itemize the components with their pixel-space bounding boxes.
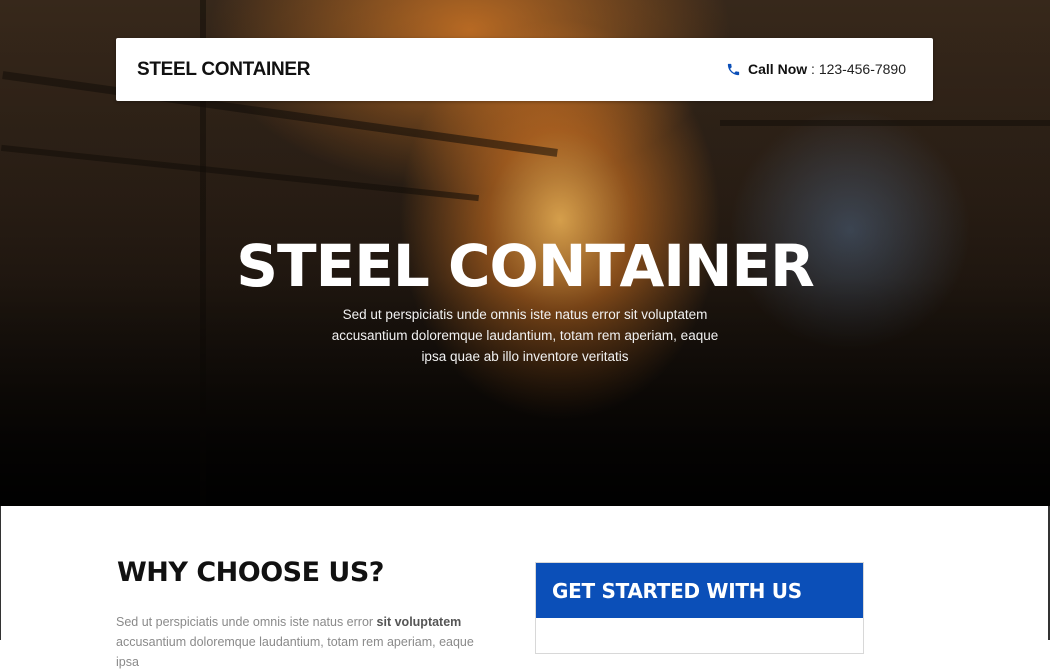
get-started-card: GET STARTED WITH US	[535, 562, 864, 654]
why-choose-us-text: Sed ut perspiciatis unde omnis iste natu…	[116, 612, 496, 672]
phone-icon	[727, 63, 740, 75]
call-now-label: Call Now	[748, 61, 808, 77]
top-navbar: STEEL CONTAINER Call Now : 123-456-7890	[116, 38, 933, 101]
get-started-title: GET STARTED WITH US	[552, 578, 802, 603]
call-separator: :	[807, 61, 819, 77]
why-choose-us-heading: WHY CHOOSE US?	[117, 557, 384, 588]
hero-subtitle: Sed ut perspiciatis unde omnis iste natu…	[331, 307, 719, 364]
page-border-left	[0, 506, 1, 640]
phone-number[interactable]: 123-456-7890	[819, 61, 906, 77]
why-text-bold: sit voluptatem	[376, 615, 462, 629]
content-section: WHY CHOOSE US? Sed ut perspiciatis unde …	[0, 506, 1050, 669]
call-now[interactable]: Call Now : 123-456-7890	[726, 61, 906, 77]
site-logo[interactable]: STEEL CONTAINER	[137, 59, 311, 81]
hero-section: STEEL CONTAINER Call Now : 123-456-7890 …	[0, 0, 1050, 506]
why-text-rest: accusantium doloremque laudantium, totam…	[116, 635, 474, 669]
why-text-plain: Sed ut perspiciatis unde omnis iste natu…	[116, 615, 377, 629]
get-started-header: GET STARTED WITH US	[536, 563, 863, 618]
hero-title: STEEL CONTAINER	[236, 232, 815, 300]
